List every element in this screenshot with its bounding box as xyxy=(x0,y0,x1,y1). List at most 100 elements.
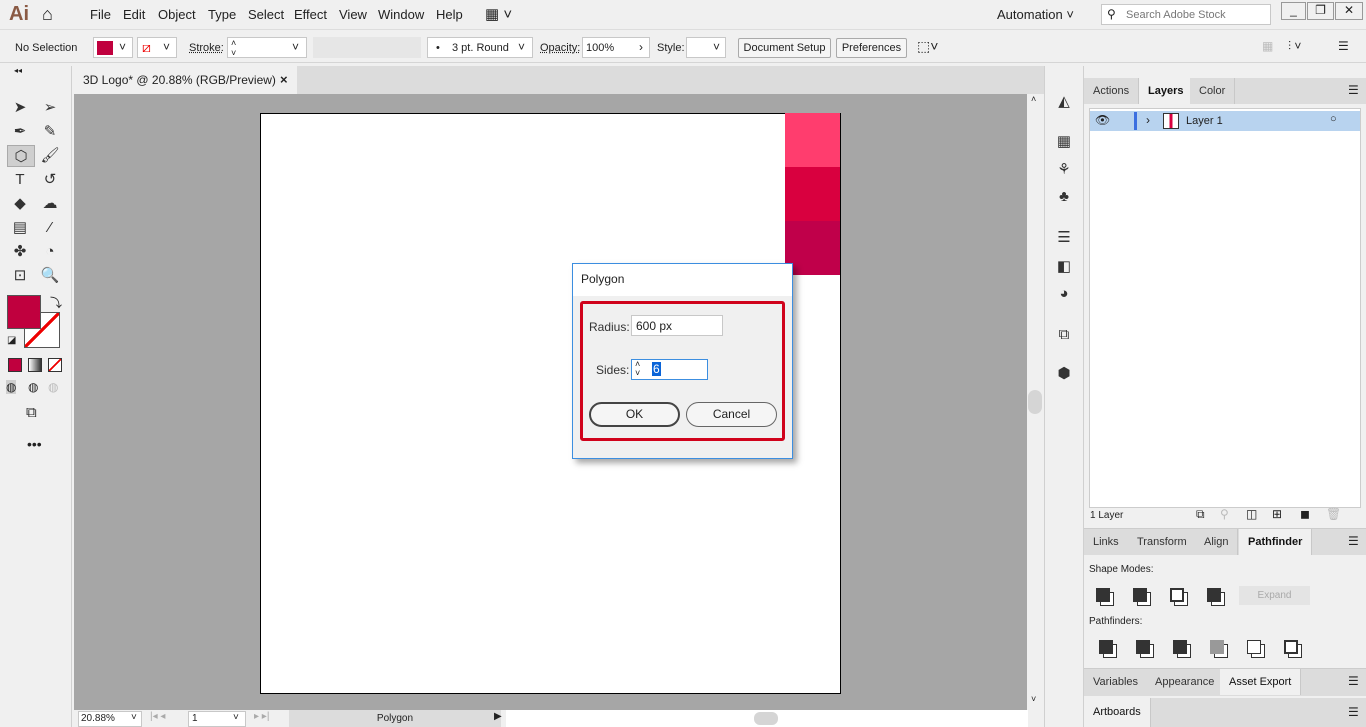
outline-icon[interactable] xyxy=(1247,640,1261,654)
more-tools-icon[interactable]: ••• xyxy=(27,436,42,452)
export-icon[interactable]: ⧉ xyxy=(1054,326,1074,344)
document-setup-button[interactable]: Document Setup xyxy=(738,38,831,58)
opacity-label[interactable]: Opacity: xyxy=(540,42,580,54)
brushes-icon[interactable]: ⚘ xyxy=(1054,160,1074,178)
artboards-menu-icon[interactable]: ☰ xyxy=(1348,705,1359,719)
horizontal-scrollbar[interactable] xyxy=(506,710,1028,727)
zoom-tool-icon[interactable]: 🔍 xyxy=(39,265,61,287)
trim-icon[interactable] xyxy=(1136,640,1150,654)
zoom-level-input[interactable]: 20.88% ˅ xyxy=(78,711,142,727)
unite-icon[interactable] xyxy=(1096,588,1110,602)
draw-inside-icon[interactable]: ◍ xyxy=(48,380,58,394)
vertical-scrollbar[interactable]: ˄ ˅ xyxy=(1027,94,1043,710)
radius-input[interactable]: 600 px xyxy=(631,315,723,336)
tab-asset-export[interactable]: Asset Export xyxy=(1220,669,1302,695)
gradient-mode-icon[interactable] xyxy=(28,358,42,372)
swatch-crimson[interactable] xyxy=(785,167,840,221)
screen-mode-icon[interactable]: ⧉ xyxy=(26,404,37,421)
type-tool-icon[interactable]: T xyxy=(9,169,31,191)
cancel-button[interactable]: Cancel xyxy=(686,402,777,427)
horizontal-scroll-thumb[interactable] xyxy=(754,712,778,725)
swatch-pink[interactable] xyxy=(785,113,840,167)
stroke-weight-input[interactable]: ˄ ˅ ˅ xyxy=(227,37,307,58)
pen-tool-icon[interactable]: ✒ xyxy=(9,121,31,143)
workspace-switcher[interactable]: Automation ˅ xyxy=(997,7,1074,22)
eraser-tool-icon[interactable]: ◆ xyxy=(9,193,31,215)
stock-search-input[interactable]: ⚲ Search Adobe Stock xyxy=(1101,4,1271,25)
none-mode-icon[interactable] xyxy=(48,358,62,372)
menu-select[interactable]: Select xyxy=(248,7,284,22)
stroke-icon[interactable]: ☰ xyxy=(1054,228,1074,246)
swatch-dark-crimson[interactable] xyxy=(785,221,840,275)
3d-icon[interactable]: ⬢ xyxy=(1054,364,1074,382)
tab-align[interactable]: Align xyxy=(1195,529,1239,555)
menu-object[interactable]: Object xyxy=(158,7,196,22)
delete-layer-icon[interactable]: 🗑 xyxy=(1326,507,1341,521)
menu-view[interactable]: View xyxy=(339,7,367,22)
selection-tool-icon[interactable]: ➤ xyxy=(9,97,31,119)
opacity-input[interactable]: 100% › xyxy=(582,37,650,58)
transparency-icon[interactable]: ◕ xyxy=(1054,285,1074,303)
direct-selection-tool-icon[interactable]: ➢ xyxy=(39,97,61,119)
close-tab-icon[interactable]: × xyxy=(280,72,288,87)
vertical-scroll-thumb[interactable] xyxy=(1028,390,1042,414)
paintbrush-tool-icon[interactable]: 🖌 xyxy=(39,145,61,167)
expand-layer-icon[interactable]: › xyxy=(1146,113,1150,127)
stroke-label[interactable]: Stroke: xyxy=(189,42,224,54)
workspace-layout-icon[interactable]: ▦ ˅ xyxy=(485,5,512,23)
layer-target-icon[interactable]: ○ xyxy=(1330,113,1337,125)
tab-color[interactable]: Color xyxy=(1190,78,1236,104)
select-similar-icon[interactable]: ⬚˅ xyxy=(917,38,938,55)
sides-stepper[interactable]: ˄ ˅ xyxy=(635,360,640,378)
rotate-tool-icon[interactable]: ↺ xyxy=(39,169,61,191)
crop-icon[interactable] xyxy=(1210,640,1224,654)
perspective-icon[interactable]: ◭ xyxy=(1054,92,1074,110)
locate-object-icon[interactable]: ⚲ xyxy=(1220,507,1229,521)
transform-icon[interactable]: ⫶ ˅ xyxy=(1288,39,1301,54)
minus-front-icon[interactable] xyxy=(1133,588,1147,602)
tab-pathfinder[interactable]: Pathfinder xyxy=(1239,529,1313,555)
draw-normal-icon[interactable]: ◍ xyxy=(6,380,17,394)
puppet-warp-tool-icon[interactable]: ☁ xyxy=(39,193,61,215)
layer-row[interactable]: 👁 › Layer 1 ○ xyxy=(1090,111,1360,131)
merge-icon[interactable] xyxy=(1173,640,1187,654)
layer-name[interactable]: Layer 1 xyxy=(1186,115,1223,127)
curvature-tool-icon[interactable]: ✎ xyxy=(39,121,61,143)
current-tool-status[interactable]: Polygon xyxy=(289,710,501,727)
panel-menu-icon[interactable]: ☰ xyxy=(1338,39,1349,53)
status-menu-icon[interactable]: ▶ xyxy=(494,711,502,722)
align-icon[interactable]: ▦ xyxy=(1262,39,1273,53)
tab-transform[interactable]: Transform xyxy=(1128,529,1197,555)
preferences-button[interactable]: Preferences xyxy=(836,38,907,58)
artboard-tool-icon[interactable]: ⊡ xyxy=(9,265,31,287)
asset-export-menu-icon[interactable]: ☰ xyxy=(1348,674,1359,688)
last-artboard-icon[interactable]: ▸ ▸| xyxy=(254,711,269,722)
first-artboard-icon[interactable]: |◂ ◂ xyxy=(150,711,165,722)
tab-artboards[interactable]: Artboards xyxy=(1084,698,1151,727)
clipping-mask-icon[interactable]: ◫ xyxy=(1246,507,1257,521)
gradient-icon[interactable]: ◧ xyxy=(1054,257,1074,275)
tab-links[interactable]: Links xyxy=(1084,529,1129,555)
home-icon[interactable]: ⌂ xyxy=(42,4,53,25)
symbols-icon[interactable]: ♣ xyxy=(1054,188,1074,206)
export-for-screens-icon[interactable]: ⧉ xyxy=(1196,507,1205,522)
ok-button[interactable]: OK xyxy=(589,402,680,427)
expand-button[interactable]: Expand xyxy=(1239,586,1310,605)
default-colors-icon[interactable]: ◪ xyxy=(7,335,16,346)
new-layer-icon[interactable]: ◼ xyxy=(1300,507,1310,521)
menu-effect[interactable]: Effect xyxy=(294,7,327,22)
new-sublayer-icon[interactable]: ⊞ xyxy=(1272,507,1282,521)
intersect-icon[interactable] xyxy=(1170,588,1184,602)
divide-icon[interactable] xyxy=(1099,640,1113,654)
tab-layers[interactable]: Layers xyxy=(1139,78,1194,104)
close-window-button[interactable]: ✕ xyxy=(1335,2,1363,20)
document-tab[interactable]: 3D Logo* @ 20.88% (RGB/Preview) × xyxy=(74,66,297,94)
variable-width-profile[interactable] xyxy=(313,37,421,58)
menu-window[interactable]: Window xyxy=(378,7,424,22)
pathfinder-panel-menu-icon[interactable]: ☰ xyxy=(1348,534,1359,548)
sides-input[interactable]: ˄ ˅ 6 xyxy=(631,359,708,380)
symbol-sprayer-tool-icon[interactable]: ✤ xyxy=(9,241,31,263)
minus-back-icon[interactable] xyxy=(1284,640,1298,654)
menu-help[interactable]: Help xyxy=(436,7,463,22)
tab-actions[interactable]: Actions xyxy=(1084,78,1140,104)
